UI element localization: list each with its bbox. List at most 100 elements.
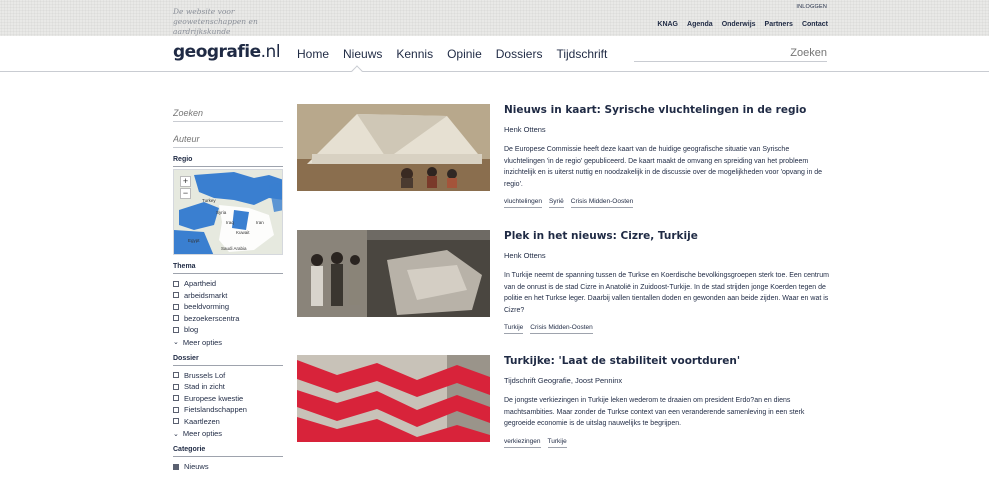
- thema-heading: Thema: [173, 263, 283, 274]
- option-label: Brussels Lof: [184, 370, 226, 380]
- regio-heading: Regio: [173, 156, 283, 167]
- header-search-input[interactable]: [634, 44, 827, 62]
- map-label: Iran: [256, 220, 264, 225]
- top-link-onderwijs[interactable]: Onderwijs: [722, 21, 756, 28]
- logo-suffix: .nl: [260, 42, 281, 62]
- article-tags: Turkije Crisis Midden-Oosten: [504, 324, 829, 334]
- article-tags: vluchtelingen Syrië Crisis Midden-Oosten: [504, 198, 829, 208]
- nav-item-home[interactable]: Home: [297, 47, 329, 61]
- article-author: Tijdschrift Geografie, Joost Penninx: [504, 376, 623, 385]
- article-title[interactable]: Plek in het nieuws: Cizre, Turkije: [504, 230, 829, 243]
- thema-option[interactable]: beeldvorming: [173, 301, 283, 313]
- article-body: Nieuws in kaart: Syrische vluchtelingen …: [504, 104, 829, 208]
- chevron-down-icon: ⌄: [173, 430, 179, 438]
- thema-more-options[interactable]: ⌄ Meer opties: [173, 338, 283, 347]
- article-summary: De Europese Commissie heeft deze kaart v…: [504, 146, 823, 188]
- option-label: Kaartlezen: [184, 416, 220, 426]
- dossier-option[interactable]: Kaartlezen: [173, 416, 283, 428]
- dossier-heading: Dossier: [173, 355, 283, 366]
- top-links: KNAG Agenda Onderwijs Partners Contact: [657, 21, 828, 28]
- option-label: bezoekerscentra: [184, 313, 240, 323]
- option-label: blog: [184, 325, 199, 335]
- checkbox[interactable]: [173, 463, 179, 470]
- top-link-partners[interactable]: Partners: [765, 21, 793, 28]
- checkbox[interactable]: [173, 418, 179, 425]
- nav-item-kennis[interactable]: Kennis: [396, 47, 433, 61]
- thema-option[interactable]: Apartheid: [173, 278, 283, 290]
- option-label: Europese kwestie: [184, 393, 244, 403]
- map-label: Saudi Arabia: [221, 246, 247, 251]
- checkbox[interactable]: [173, 406, 179, 413]
- map-label: Turkey: [202, 198, 216, 203]
- tag-link[interactable]: verkiezingen: [504, 438, 541, 448]
- dossier-option[interactable]: Europese kwestie: [173, 393, 283, 405]
- categorie-option[interactable]: Nieuws: [173, 461, 283, 473]
- map-label: Syria: [216, 210, 227, 215]
- article-thumbnail-cizre[interactable]: [297, 230, 490, 317]
- top-link-agenda[interactable]: Agenda: [687, 21, 713, 28]
- checkbox[interactable]: [173, 292, 179, 299]
- option-label: arbeidsmarkt: [184, 290, 228, 300]
- article-summary: In Turkije neemt de spanning tussen de T…: [504, 272, 829, 314]
- map-label: Kuwait: [236, 230, 250, 235]
- top-link-knag[interactable]: KNAG: [657, 21, 678, 28]
- checkbox[interactable]: [173, 303, 179, 310]
- nav-item-nieuws[interactable]: Nieuws: [343, 47, 382, 61]
- article-author: Henk Ottens: [504, 251, 546, 260]
- thema-option[interactable]: bezoekerscentra: [173, 313, 283, 325]
- dossier-option[interactable]: Brussels Lof: [173, 370, 283, 382]
- article-title[interactable]: Turkijke: 'Laat de stabiliteit voortdure…: [504, 355, 829, 368]
- regio-map[interactable]: + − Turkey Syria Iraq Iran Egypt Saudi A…: [173, 169, 283, 255]
- article-tags: verkiezingen Turkije: [504, 438, 829, 448]
- photo-flag-garlands: [297, 355, 490, 442]
- author-input[interactable]: [173, 130, 283, 148]
- article-author: Henk Ottens: [504, 125, 546, 134]
- thema-option[interactable]: arbeidsmarkt: [173, 290, 283, 302]
- tag-link[interactable]: vluchtelingen: [504, 198, 542, 208]
- article-thumbnail-refugee-camp[interactable]: [297, 104, 490, 191]
- sidebar-search-input[interactable]: [173, 104, 283, 122]
- map-zoom-out-button[interactable]: −: [180, 188, 191, 199]
- top-link-contact[interactable]: Contact: [802, 21, 828, 28]
- checkbox[interactable]: [173, 372, 179, 379]
- active-nav-indicator: [351, 65, 363, 77]
- thema-option[interactable]: blog: [173, 324, 283, 336]
- nav-item-opinie[interactable]: Opinie: [447, 47, 482, 61]
- photo-refugee-tent: [297, 104, 490, 191]
- option-label: Nieuws: [184, 462, 209, 472]
- article-summary: De jongste verkiezingen in Turkije leken…: [504, 397, 805, 427]
- option-label: Apartheid: [184, 279, 217, 289]
- tag-link[interactable]: Crisis Midden-Oosten: [570, 198, 634, 208]
- site-tagline: De website voor geowetenschappen en aard…: [173, 7, 258, 36]
- option-label: Stad in zicht: [184, 382, 225, 392]
- photo-damaged-street: [297, 230, 490, 317]
- tag-link[interactable]: Crisis Midden-Oosten: [530, 324, 593, 334]
- more-label: Meer opties: [182, 337, 223, 347]
- top-bar: De website voor geowetenschappen en aard…: [0, 0, 989, 36]
- more-label: Meer opties: [182, 429, 223, 438]
- option-label: beeldvorming: [184, 302, 230, 312]
- article-title[interactable]: Nieuws in kaart: Syrische vluchtelingen …: [504, 104, 829, 117]
- categorie-heading: Categorie: [173, 446, 283, 457]
- nav-item-dossiers[interactable]: Dossiers: [496, 47, 543, 61]
- tag-link[interactable]: Syrië: [548, 198, 564, 208]
- nav-item-tijdschrift[interactable]: Tijdschrift: [556, 47, 607, 61]
- logo-main: geografie: [173, 42, 261, 62]
- checkbox[interactable]: [173, 315, 179, 322]
- checkbox[interactable]: [173, 383, 179, 390]
- checkbox[interactable]: [173, 395, 179, 402]
- main-navbar: geografie.nl Home Nieuws Kennis Opinie D…: [0, 36, 989, 77]
- article-thumbnail-turkish-flags[interactable]: [297, 355, 490, 442]
- map-zoom-in-button[interactable]: +: [180, 176, 191, 187]
- article-body: Turkijke: 'Laat de stabiliteit voortdure…: [504, 355, 829, 448]
- dossier-more-options[interactable]: ⌄ Meer opties: [173, 429, 283, 438]
- checkbox[interactable]: [173, 326, 179, 333]
- dossier-option[interactable]: Stad in zicht: [173, 381, 283, 393]
- login-link[interactable]: INLOGGEN: [796, 4, 827, 10]
- filter-sidebar: Regio + − Turkey Syria Iraq Iran Egypt S…: [173, 104, 283, 473]
- checkbox[interactable]: [173, 280, 179, 287]
- tag-link[interactable]: Turkije: [547, 438, 567, 448]
- site-logo[interactable]: geografie.nl: [173, 42, 281, 62]
- dossier-option[interactable]: Fietslandschappen: [173, 404, 283, 416]
- tag-link[interactable]: Turkije: [504, 324, 524, 334]
